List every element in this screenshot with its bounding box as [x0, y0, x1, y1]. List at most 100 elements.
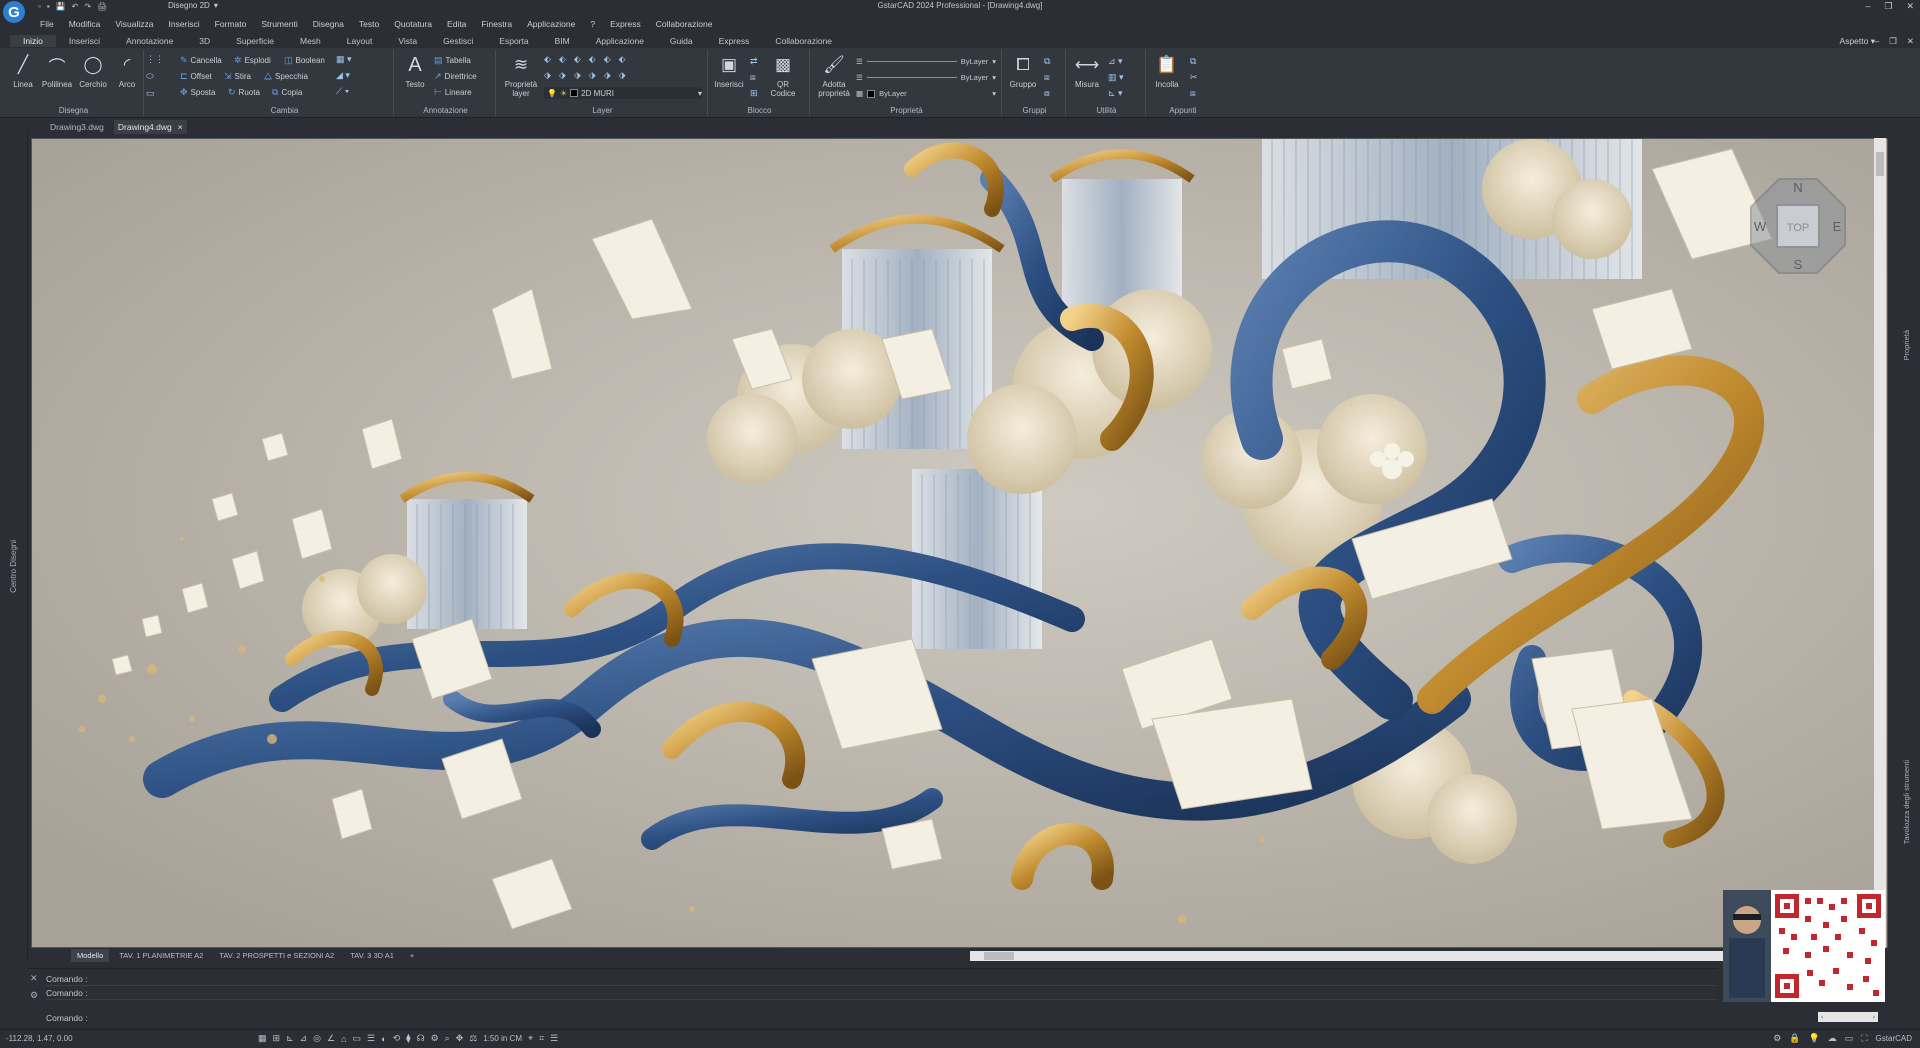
- copy-tool[interactable]: ⧉ Copia: [272, 86, 302, 98]
- menu-testo[interactable]: Testo: [359, 19, 379, 29]
- selection-cycle-icon[interactable]: ⟲: [393, 1033, 401, 1044]
- doc-close-button[interactable]: ✕: [1907, 35, 1914, 47]
- rectangle-icon[interactable]: ▭: [146, 88, 164, 99]
- vertical-scrollbar[interactable]: [1874, 138, 1886, 948]
- menu-modifica[interactable]: Modifica: [69, 19, 101, 29]
- settings-icon[interactable]: ⚙: [30, 990, 38, 1001]
- tab-bim[interactable]: BIM: [542, 35, 583, 47]
- layer-unlock-icon[interactable]: ⬗: [619, 70, 626, 81]
- mirror-tool[interactable]: ⧋ Specchia: [264, 70, 308, 82]
- tab-guida[interactable]: Guida: [657, 35, 706, 47]
- transparency-icon[interactable]: ◐: [381, 1034, 386, 1044]
- tab-vista[interactable]: Vista: [385, 35, 430, 47]
- ungroup-icon[interactable]: ⧉: [1044, 56, 1050, 67]
- menu-strumenti[interactable]: Strumenti: [261, 19, 297, 29]
- bulb-icon[interactable]: 💡: [1809, 1033, 1820, 1044]
- tab-superficie[interactable]: Superficie: [223, 35, 287, 47]
- offset-tool[interactable]: ⊏ Offset: [180, 70, 212, 82]
- doc-tab-drawing4[interactable]: Drawing4.dwg ×: [113, 120, 187, 134]
- table-tool[interactable]: ▤ Tabella: [434, 54, 471, 66]
- command-scrollbar[interactable]: ‹ ›: [1818, 1012, 1878, 1022]
- line-tool[interactable]: ╱ Linea: [6, 54, 40, 89]
- menu-quotatura[interactable]: Quotatura: [394, 19, 432, 29]
- erase-tool[interactable]: ✎ Cancella: [180, 54, 222, 66]
- grid-icon[interactable]: ⊞: [273, 1033, 281, 1044]
- layout-tab-3[interactable]: TAV. 3 3D A1: [344, 949, 400, 962]
- group-tool[interactable]: ⧠ Gruppo: [1006, 54, 1040, 89]
- hatch-icon[interactable]: ⋮⋮: [146, 54, 164, 65]
- panel-utility-label[interactable]: Utilità: [1068, 106, 1145, 116]
- group-edit-icon[interactable]: ⧈: [1044, 72, 1050, 83]
- panel-annotation-label[interactable]: Annotazione: [396, 106, 495, 116]
- cloud-icon[interactable]: ☁: [1828, 1033, 1837, 1044]
- tab-applicazione[interactable]: Applicazione: [583, 35, 657, 47]
- tab-mesh[interactable]: Mesh: [287, 35, 334, 47]
- dyn-icon[interactable]: ▭: [353, 1033, 362, 1044]
- tab-esporta[interactable]: Esporta: [486, 35, 541, 47]
- panel-layer-label[interactable]: Layer: [498, 106, 707, 116]
- snap-grid-icon[interactable]: ▦: [258, 1033, 267, 1044]
- menu-finestra[interactable]: Finestra: [481, 19, 512, 29]
- appearance-menu[interactable]: Aspetto ▾: [1840, 35, 1875, 47]
- fullscreen-icon[interactable]: ⛶: [1861, 1033, 1867, 1044]
- layer-properties-tool[interactable]: ≋ Proprietà layer: [500, 54, 542, 98]
- layer-iso-icon[interactable]: ⬖: [559, 54, 566, 65]
- command-input[interactable]: Comando :: [46, 1011, 1716, 1025]
- layer-prev-icon[interactable]: ⬗: [544, 70, 551, 81]
- boolean-tool[interactable]: ◫ Boolean: [284, 54, 325, 66]
- minimize-button[interactable]: –: [1865, 0, 1870, 12]
- arc-tool[interactable]: ◜ Arco: [110, 54, 144, 89]
- menu-inserisci[interactable]: Inserisci: [168, 19, 199, 29]
- tab-gestisci[interactable]: Gestisci: [430, 35, 486, 47]
- block-edit-icon[interactable]: ⇄: [750, 56, 758, 67]
- copy-base-icon[interactable]: ⧈: [1190, 88, 1198, 99]
- ortho-icon[interactable]: ⊾: [286, 1033, 294, 1044]
- layer-match-icon[interactable]: ⬖: [619, 54, 626, 65]
- tab-express[interactable]: Express: [706, 35, 763, 47]
- tab-3d[interactable]: 3D: [186, 35, 223, 47]
- id-point-icon[interactable]: ⊾ ▾: [1108, 88, 1124, 99]
- menu-file[interactable]: File: [40, 19, 54, 29]
- tab-layout[interactable]: Layout: [334, 35, 386, 47]
- copy-clip-icon[interactable]: ⧉: [1190, 56, 1198, 67]
- panel-groups-label[interactable]: Gruppi: [1004, 106, 1065, 116]
- tool-palettes-label[interactable]: Tavolozza degli strumenti: [1902, 760, 1911, 844]
- annotation-scale[interactable]: 1:50 in CM: [483, 1034, 522, 1043]
- lineweight-select[interactable]: ☰ ByLayer ▾: [856, 72, 996, 83]
- calculator-icon[interactable]: ▥ ▾: [1108, 72, 1124, 83]
- layer-walk-icon[interactable]: ⬗: [559, 70, 566, 81]
- explode-tool[interactable]: ✲ Esplodi: [234, 54, 271, 66]
- lock-icon[interactable]: 🔒: [1789, 1033, 1800, 1044]
- array-icon[interactable]: ▦ ▾: [336, 54, 352, 65]
- menu-collaborazione[interactable]: Collaborazione: [656, 19, 713, 29]
- layer-freeze-icon[interactable]: ⬖: [589, 54, 596, 65]
- stretch-tool[interactable]: ⇲ Stira: [224, 70, 251, 82]
- fillet-icon[interactable]: ◢ ▾: [336, 70, 352, 81]
- qr-code-tool[interactable]: ▩ QR Codice: [766, 54, 800, 98]
- maximize-button[interactable]: ❐: [1884, 0, 1892, 12]
- drawing-canvas[interactable]: TOP N S E W: [31, 138, 1888, 948]
- scroll-thumb[interactable]: [1876, 152, 1884, 176]
- panel-block-label[interactable]: Blocco: [710, 106, 809, 116]
- horizontal-scrollbar[interactable]: [970, 951, 1730, 961]
- circle-tool[interactable]: ◯ Cerchio: [76, 54, 110, 89]
- menu-disegna[interactable]: Disegna: [313, 19, 344, 29]
- linear-dim-tool[interactable]: ⊢ Lineare: [434, 86, 472, 98]
- tab-collaborazione[interactable]: Collaborazione: [762, 35, 845, 47]
- layout-tab-1[interactable]: TAV. 1 PLANIMETRIE A2: [113, 949, 209, 962]
- quick-select-icon[interactable]: ⊿ ▾: [1108, 56, 1124, 67]
- menu-applicazione[interactable]: Applicazione: [527, 19, 575, 29]
- leader-tool[interactable]: ↗ Direttrice: [434, 70, 477, 82]
- polar-icon[interactable]: ⊿: [300, 1033, 308, 1044]
- panel-modify-label[interactable]: Cambia: [176, 106, 393, 116]
- block-attr-icon[interactable]: ⊞: [750, 88, 758, 99]
- layer-merge-icon[interactable]: ⬗: [574, 70, 581, 81]
- monitor-icon[interactable]: ▭: [1845, 1033, 1854, 1044]
- layer-off-icon[interactable]: ⬖: [574, 54, 581, 65]
- layer-copy-icon[interactable]: ⬗: [604, 70, 611, 81]
- close-tab-icon[interactable]: ×: [178, 120, 183, 134]
- scroll-thumb[interactable]: [984, 952, 1014, 960]
- tab-inserisci[interactable]: Inserisci: [56, 35, 113, 47]
- scroll-left-icon[interactable]: ‹: [1821, 1014, 1823, 1021]
- linetype-select[interactable]: ☰ ByLayer ▾: [856, 56, 996, 67]
